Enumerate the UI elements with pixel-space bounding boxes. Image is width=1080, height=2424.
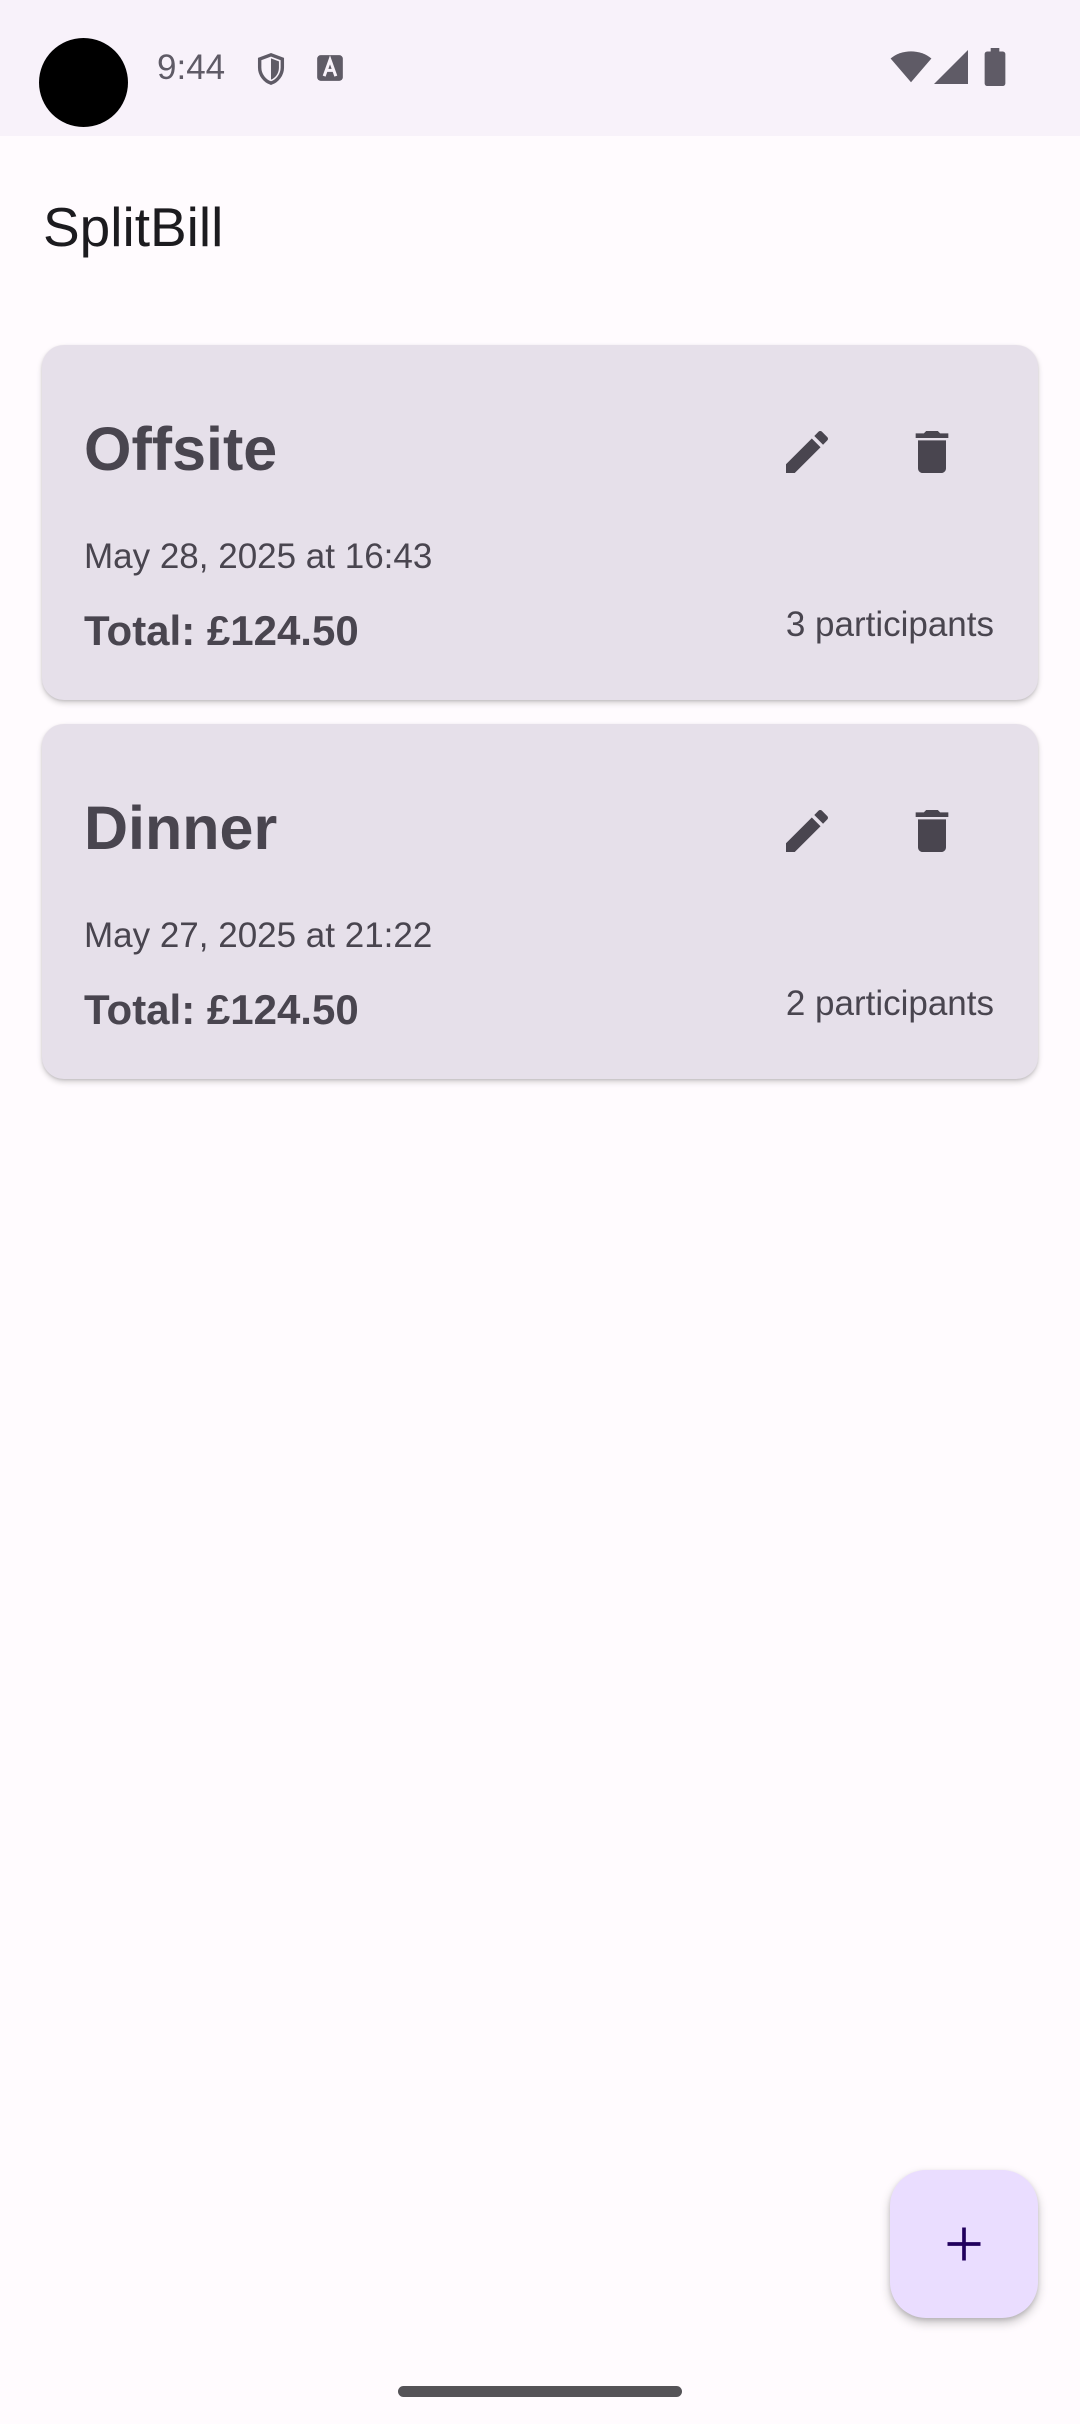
bill-total: Total: £124.50 — [84, 986, 359, 1033]
bill-card[interactable]: Offsite May 28, 2025 at 16:43 Total: £12… — [42, 345, 1038, 700]
gesture-nav-bar — [0, 2360, 1080, 2424]
bill-participants: 3 participants — [785, 605, 994, 644]
edit-button[interactable] — [762, 407, 852, 497]
bill-participants: 2 participants — [785, 984, 994, 1023]
delete-button[interactable] — [887, 407, 977, 497]
edit-icon — [786, 430, 829, 473]
cellular-signal-icon — [934, 50, 968, 84]
bill-title: Dinner — [84, 794, 278, 862]
edit-icon — [786, 809, 829, 852]
delete-button[interactable] — [887, 786, 977, 876]
delete-icon — [915, 431, 949, 473]
add-icon — [947, 2227, 981, 2261]
wifi-icon — [890, 51, 932, 83]
bill-date: May 28, 2025 at 16:43 — [84, 537, 433, 576]
bill-title: Offsite — [84, 415, 278, 483]
status-time: 9:44 — [157, 48, 226, 87]
home-indicator[interactable] — [398, 2386, 682, 2397]
edit-button[interactable] — [762, 786, 852, 876]
text-a-icon — [317, 55, 343, 81]
status-bar: 9:44 — [0, 0, 1080, 136]
app-title: SplitBill — [43, 196, 224, 258]
add-bill-fab[interactable] — [890, 2170, 1038, 2318]
bill-total: Total: £124.50 — [84, 607, 359, 654]
camera-cutout — [39, 38, 128, 127]
top-app-bar: SplitBill — [0, 136, 1080, 306]
delete-icon — [915, 810, 949, 852]
battery-icon — [984, 48, 1006, 86]
bill-date: May 27, 2025 at 21:22 — [84, 916, 433, 955]
shield-icon — [257, 53, 285, 85]
bill-card[interactable]: Dinner May 27, 2025 at 21:22 Total: £124… — [42, 724, 1038, 1079]
